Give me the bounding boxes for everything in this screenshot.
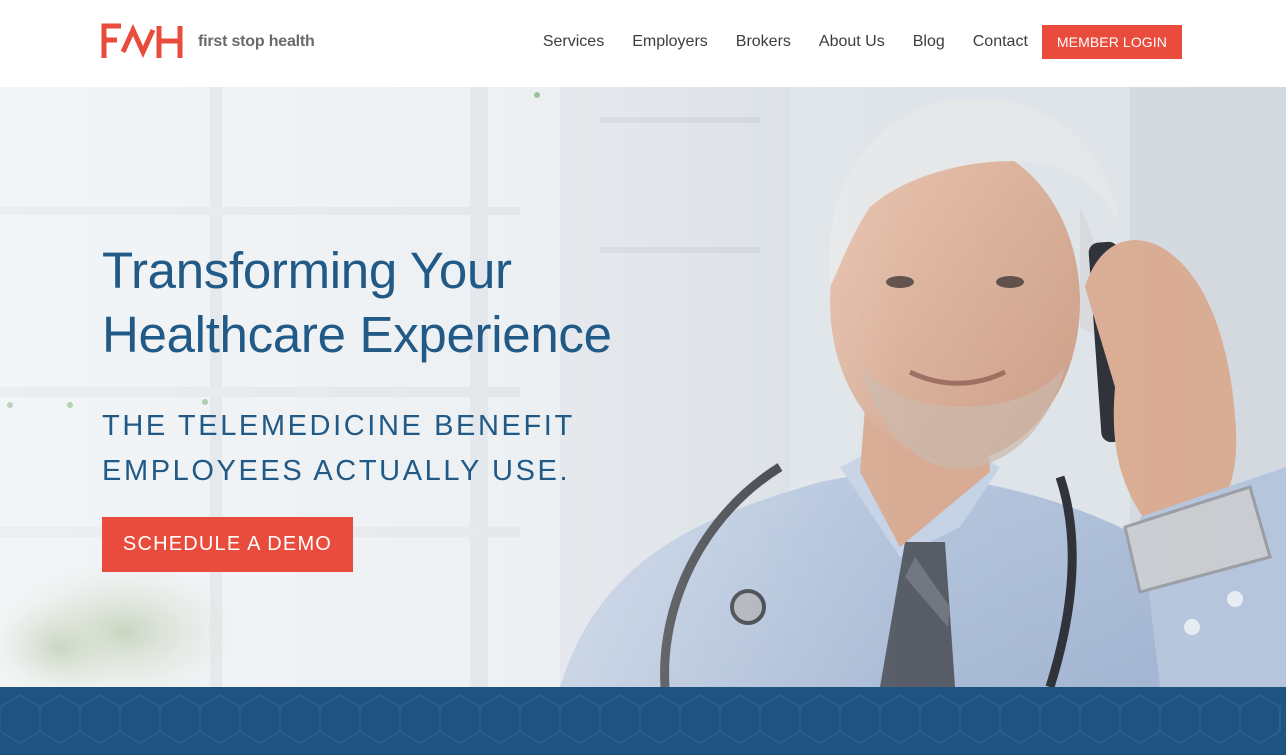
hero-section: Transforming Your Healthcare Experience … [0, 87, 1286, 687]
fsh-logo-mark-icon [101, 23, 183, 59]
nav-link-brokers[interactable]: Brokers [736, 33, 791, 51]
brand-name: first stop health [198, 33, 315, 50]
hero-title-line-1: Transforming Your [102, 242, 512, 299]
hexagon-pattern [0, 693, 1281, 745]
hero-title: Transforming Your Healthcare Experience [102, 239, 742, 367]
hero-title-line-2: Healthcare Experience [102, 306, 612, 363]
nav-link-services[interactable]: Services [543, 33, 604, 51]
nav-link-contact[interactable]: Contact [973, 33, 1028, 51]
nav-link-employers[interactable]: Employers [632, 33, 708, 51]
hero-overlay [0, 87, 1286, 687]
hero-subtitle: THE TELEMEDICINE BENEFIT EMPLOYEES ACTUA… [102, 404, 662, 494]
hero-subtitle-line-1: THE TELEMEDICINE BENEFIT [102, 410, 575, 442]
brand-logo[interactable]: first stop health [101, 22, 315, 60]
site-header: first stop health Services Employers Bro… [0, 0, 1286, 87]
hero-subtitle-line-2: EMPLOYEES ACTUALLY USE. [102, 455, 571, 487]
blue-pattern-band [0, 687, 1286, 755]
nav-link-blog[interactable]: Blog [913, 33, 945, 51]
member-login-button[interactable]: MEMBER LOGIN [1041, 25, 1182, 59]
schedule-demo-button[interactable]: SCHEDULE A DEMO [102, 517, 353, 572]
nav-link-about-us[interactable]: About Us [819, 33, 885, 51]
main-nav: Services Employers Brokers About Us Blog… [543, 25, 1182, 59]
